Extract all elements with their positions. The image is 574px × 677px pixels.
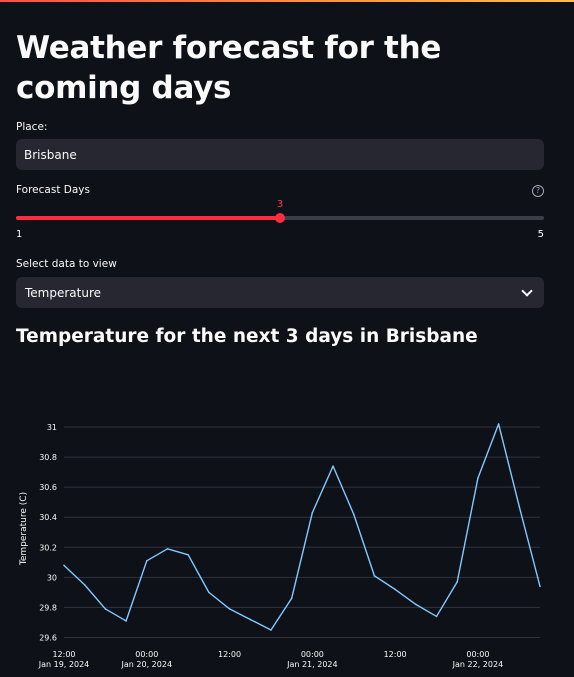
temperature-data-point [539,585,541,588]
forecast-days-slider-fill [16,216,280,220]
data-select-dropdown[interactable]: Temperature [16,277,544,308]
temperature-data-point [249,618,252,621]
temperature-data-point [311,511,314,514]
place-input-container[interactable] [16,139,544,170]
y-tick-label: 31 [47,423,57,432]
header-decoration-bar [0,0,574,2]
forecast-days-slider-thumb[interactable] [275,213,285,223]
temperature-data-point [104,608,107,610]
y-tick-label: 30.8 [39,453,57,462]
x-tick-label: 00:00 [301,650,324,659]
temperature-data-point [415,603,417,606]
place-label: Place: [16,121,48,133]
temperature-data-point [228,608,231,610]
temperature-data-point [497,423,500,425]
y-tick-label: 29.8 [39,603,57,612]
temperature-data-point [83,584,86,586]
temperature-data-point [373,575,376,577]
x-tick-label: 12:00 [384,650,407,659]
page-title: Weather forecast for the coming days [16,30,442,106]
x-tick-date-label: Jan 20, 2024 [121,660,173,669]
temperature-line-chart[interactable]: 29.629.83030.230.430.630.83112:00Jan 19,… [16,360,544,677]
temperature-series-line [63,423,541,631]
temperature-data-point [208,591,210,594]
chart-heading: Temperature for the next 3 days in Brisb… [16,326,478,347]
temperature-data-point [332,465,334,467]
y-tick-label: 30 [47,573,57,582]
temperature-data-point [456,581,459,583]
x-tick-label: 12:00 [218,650,241,659]
x-tick-date-label: Jan 21, 2024 [286,660,338,669]
y-tick-label: 30.4 [39,513,57,522]
x-tick-label: 12:00 [52,650,75,659]
temperature-data-point [270,629,272,631]
data-select-label: Select data to view [16,258,117,270]
temperature-data-point [518,505,521,508]
chevron-down-icon[interactable] [521,284,533,297]
temperature-data-point [166,547,169,550]
temperature-data-point [477,477,479,479]
x-tick-label: 00:00 [135,650,158,659]
temperature-data-point [145,560,148,562]
x-tick-date-label: Jan 22, 2024 [452,660,504,669]
temperature-data-point [435,615,438,618]
temperature-data-point [394,588,396,591]
data-select-value: Temperature [25,285,102,300]
forecast-days-label: Forecast Days [16,184,90,196]
y-axis-label: Temperature (C) [19,492,29,566]
x-tick-label: 00:00 [466,650,489,659]
slider-current-value: 3 [276,199,284,210]
y-tick-label: 30.2 [39,543,57,552]
slider-min-label: 1 [16,229,23,240]
slider-max-label: 5 [537,229,544,240]
x-tick-date-label: Jan 19, 2024 [38,660,90,669]
y-tick-label: 29.6 [39,633,57,642]
y-tick-label: 30.6 [39,483,57,492]
temperature-data-point [290,597,293,600]
temperature-data-point [63,564,65,567]
question-circle-icon[interactable]: ? [532,185,544,197]
temperature-data-point [125,620,127,622]
temperature-data-point [352,513,355,516]
place-input[interactable] [24,147,536,162]
temperature-data-point [187,554,189,556]
